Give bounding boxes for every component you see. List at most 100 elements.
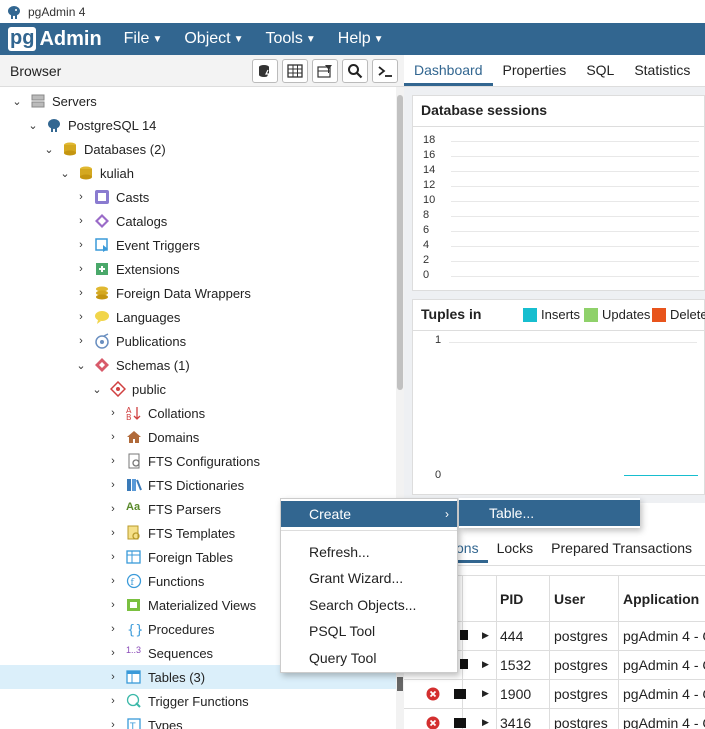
tab-properties[interactable]: Properties bbox=[493, 62, 577, 86]
context-menu-psql-tool[interactable]: PSQL Tool bbox=[281, 618, 457, 644]
chevron-right-icon[interactable]: › bbox=[106, 406, 120, 420]
gridline bbox=[451, 156, 699, 157]
context-menu-refresh[interactable]: Refresh... bbox=[281, 539, 457, 565]
tree-item-collations[interactable]: › AB Collations bbox=[0, 401, 396, 425]
tree-item-label: FTS Configurations bbox=[148, 453, 260, 469]
tab-statistics[interactable]: Statistics bbox=[624, 62, 700, 86]
menu-file[interactable]: File ▼ bbox=[124, 30, 163, 48]
chevron-right-icon[interactable]: › bbox=[106, 622, 120, 636]
chevron-down-icon[interactable]: ⌄ bbox=[42, 142, 56, 156]
chevron-down-icon[interactable]: ⌄ bbox=[26, 118, 40, 132]
context-menu: Create › Refresh... Grant Wizard... Sear… bbox=[280, 498, 458, 673]
chevron-down-icon[interactable]: ⌄ bbox=[74, 358, 88, 372]
tree-item-event-triggers[interactable]: › Event Triggers bbox=[0, 233, 396, 257]
tab-locks[interactable]: Locks bbox=[488, 540, 543, 563]
tree-item-foreign-data-wrappers[interactable]: › Foreign Data Wrappers bbox=[0, 281, 396, 305]
chevron-right-icon[interactable]: › bbox=[106, 694, 120, 708]
gridline bbox=[451, 276, 699, 277]
tree-item-languages[interactable]: › Languages bbox=[0, 305, 396, 329]
fts-dict-icon bbox=[127, 479, 142, 491]
chevron-right-icon[interactable]: › bbox=[74, 190, 88, 204]
chevron-right-icon[interactable]: › bbox=[106, 478, 120, 492]
context-menu-query-tool[interactable]: Query Tool bbox=[281, 645, 457, 671]
context-menu-grant-wizard[interactable]: Grant Wizard... bbox=[281, 565, 457, 591]
column-header-user[interactable]: User bbox=[554, 591, 585, 607]
splitter-handle[interactable] bbox=[397, 677, 403, 691]
context-menu-search-objects[interactable]: Search Objects... bbox=[281, 592, 457, 618]
stop-icon[interactable] bbox=[454, 689, 466, 699]
databases-icon bbox=[64, 142, 76, 156]
tree-item-kuliah[interactable]: ⌄ kuliah bbox=[0, 161, 396, 185]
expand-arrow-icon[interactable]: ▶ bbox=[482, 717, 489, 728]
chevron-down-icon[interactable]: ⌄ bbox=[10, 94, 24, 108]
stop-icon[interactable] bbox=[454, 718, 466, 728]
schema-icon bbox=[110, 381, 126, 397]
chevron-right-icon[interactable]: › bbox=[106, 670, 120, 684]
tab-sql[interactable]: SQL bbox=[576, 62, 624, 86]
chevron-right-icon[interactable]: › bbox=[74, 214, 88, 228]
tree-item-fts-dictionaries[interactable]: › FTS Dictionaries bbox=[0, 473, 396, 497]
tuples-panel-title: Tuples in bbox=[421, 306, 482, 322]
filter-table-icon bbox=[317, 65, 332, 78]
chevron-right-icon[interactable]: › bbox=[106, 574, 120, 588]
tree-item-casts[interactable]: › Casts bbox=[0, 185, 396, 209]
tree-item-trigger-functions[interactable]: › Trigger Functions bbox=[0, 689, 396, 713]
chevron-right-icon[interactable]: › bbox=[106, 502, 120, 516]
view-data-button[interactable] bbox=[282, 59, 308, 83]
tree-item-domains[interactable]: › Domains bbox=[0, 425, 396, 449]
legend-label-updates: Updates bbox=[602, 307, 651, 322]
column-header-application[interactable]: Application bbox=[623, 591, 699, 607]
menu-object[interactable]: Object ▼ bbox=[184, 30, 243, 48]
cancel-query-icon[interactable] bbox=[426, 716, 440, 729]
stop-icon[interactable] bbox=[460, 659, 468, 669]
chevron-right-icon[interactable]: › bbox=[74, 238, 88, 252]
publications-icon bbox=[95, 333, 109, 349]
gridline bbox=[451, 201, 699, 202]
menu-help[interactable]: Help ▼ bbox=[338, 30, 384, 48]
chevron-right-icon[interactable]: › bbox=[106, 430, 120, 444]
tab-dashboard[interactable]: Dashboard bbox=[404, 62, 493, 86]
psql-tool-button[interactable] bbox=[372, 59, 398, 83]
tree-item-databases[interactable]: ⌄ Databases (2) bbox=[0, 137, 396, 161]
column-header-pid[interactable]: PID bbox=[500, 591, 523, 607]
cell-application: pgAdmin 4 - C bbox=[623, 657, 705, 673]
stop-icon[interactable] bbox=[460, 630, 468, 640]
tree-item-schemas[interactable]: ⌄ Schemas (1) bbox=[0, 353, 396, 377]
query-tool-button[interactable] bbox=[252, 59, 278, 83]
tree-item-fts-configurations[interactable]: › FTS Configurations bbox=[0, 449, 396, 473]
chevron-right-icon[interactable]: › bbox=[106, 454, 120, 468]
submenu-table[interactable]: Table... bbox=[459, 500, 640, 526]
expand-arrow-icon[interactable]: ▶ bbox=[482, 688, 489, 699]
tree-item-catalogs[interactable]: › Catalogs bbox=[0, 209, 396, 233]
tree-item-types[interactable]: › T Types bbox=[0, 713, 396, 729]
chevron-right-icon[interactable]: › bbox=[106, 526, 120, 540]
chevron-right-icon[interactable]: › bbox=[74, 262, 88, 276]
tree-item-postgresql-14[interactable]: ⌄ PostgreSQL 14 bbox=[0, 113, 396, 137]
chevron-right-icon[interactable]: › bbox=[106, 646, 120, 660]
chevron-right-icon[interactable]: › bbox=[74, 286, 88, 300]
search-objects-button[interactable] bbox=[342, 59, 368, 83]
chevron-down-icon[interactable]: ⌄ bbox=[58, 166, 72, 180]
expand-arrow-icon[interactable]: ▶ bbox=[482, 630, 489, 641]
tree-item-servers[interactable]: ⌄ Servers bbox=[0, 89, 396, 113]
context-menu-create[interactable]: Create › bbox=[281, 501, 457, 527]
chevron-down-icon: ▼ bbox=[305, 33, 316, 45]
expand-arrow-icon[interactable]: ▶ bbox=[482, 659, 489, 670]
chevron-right-icon[interactable]: › bbox=[106, 550, 120, 564]
menubar: pg Admin File ▼ Object ▼ Tools ▼ Help ▼ bbox=[0, 23, 705, 55]
tree-scrollbar-thumb[interactable] bbox=[397, 95, 403, 390]
chevron-right-icon[interactable]: › bbox=[74, 310, 88, 324]
tree-item-public[interactable]: ⌄ public bbox=[0, 377, 396, 401]
cancel-query-icon[interactable] bbox=[426, 687, 440, 701]
chevron-down-icon[interactable]: ⌄ bbox=[90, 382, 104, 396]
filtered-rows-button[interactable] bbox=[312, 59, 338, 83]
chevron-right-icon[interactable]: › bbox=[74, 334, 88, 348]
menu-tools[interactable]: Tools ▼ bbox=[266, 30, 316, 48]
tree-item-publications[interactable]: › Publications bbox=[0, 329, 396, 353]
tree-item-extensions[interactable]: › Extensions bbox=[0, 257, 396, 281]
chevron-right-icon[interactable]: › bbox=[106, 598, 120, 612]
chevron-right-icon[interactable]: › bbox=[106, 718, 120, 729]
casts-icon bbox=[95, 190, 109, 204]
tab-prepared-transactions[interactable]: Prepared Transactions bbox=[542, 540, 701, 563]
gridline bbox=[451, 141, 699, 142]
